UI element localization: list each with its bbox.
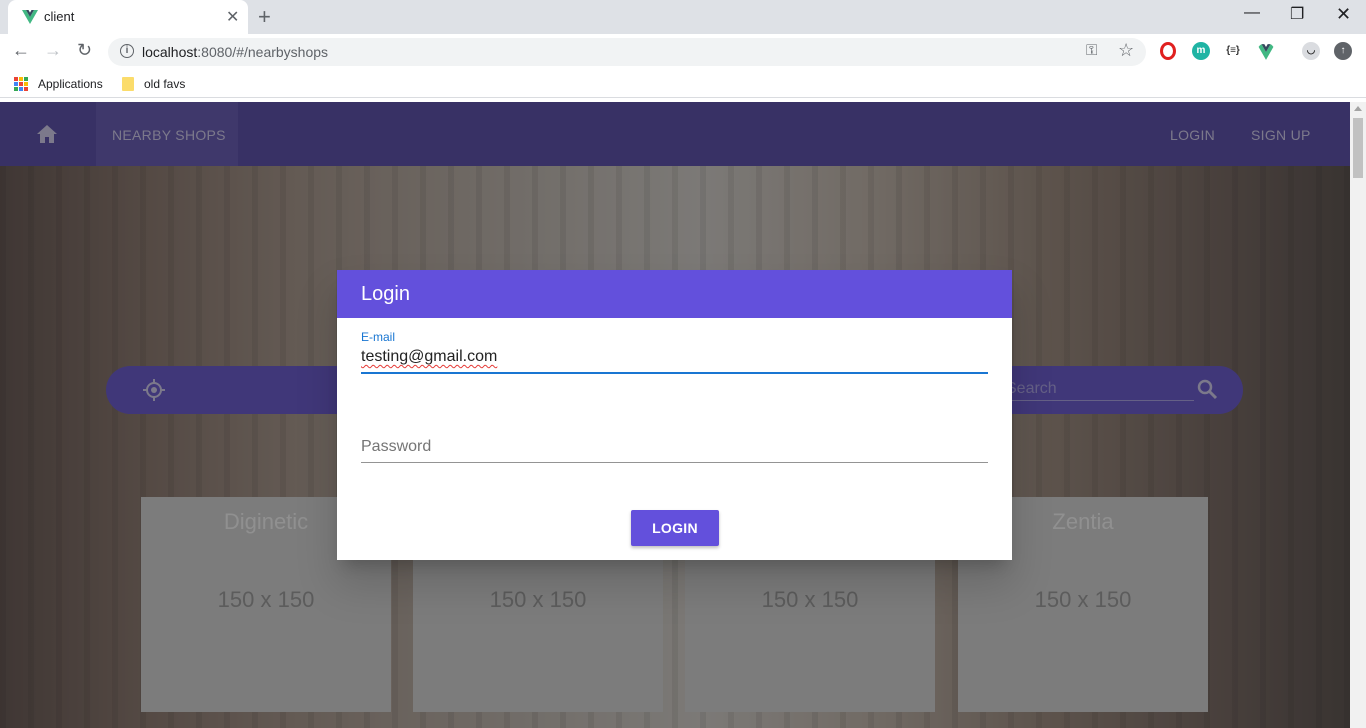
vue-devtools-icon[interactable] (1257, 43, 1275, 61)
info-icon[interactable]: i (120, 44, 134, 58)
tab-title: client (44, 9, 75, 24)
dialog-title: Login (361, 283, 410, 305)
url-text[interactable]: localhost:8080/#/nearbyshops (142, 44, 328, 60)
browser-toolbar: ← → ↻ i localhost:8080/#/nearbyshops ⚿ ☆… (0, 34, 1366, 70)
reload-icon[interactable]: ↻ (77, 40, 92, 61)
tab-strip: client ✕ + — ❐ ✕ (0, 0, 1366, 34)
folder-icon (122, 77, 134, 91)
close-window-icon[interactable]: ✕ (1336, 4, 1351, 25)
tab-close-icon[interactable]: ✕ (226, 7, 239, 27)
email-field-underline (361, 372, 988, 374)
back-icon[interactable]: ← (12, 40, 30, 61)
page: NEARBY SHOPS LOGIN SIGN UP Search Digine… (0, 102, 1350, 728)
bookmark-applications[interactable]: Applications (38, 77, 103, 91)
scroll-thumb[interactable] (1353, 118, 1363, 178)
bookmark-old-favs[interactable]: old favs (144, 77, 185, 91)
url-host: localhost (142, 44, 198, 60)
profile-avatar-icon[interactable]: ◡ (1302, 42, 1320, 60)
vue-icon (22, 10, 38, 24)
password-field-underline (361, 462, 988, 463)
password-field[interactable]: Password (361, 438, 431, 456)
url-path: :8080/#/nearbyshops (197, 44, 329, 60)
email-field[interactable]: testing@gmail.com (361, 348, 497, 366)
m-extension-icon[interactable]: m (1192, 42, 1210, 60)
dialog-header: Login (337, 270, 1012, 318)
email-label: E-mail (361, 330, 396, 344)
page-scrollbar[interactable] (1350, 102, 1366, 728)
restore-icon[interactable]: ❐ (1290, 4, 1304, 24)
key-icon[interactable]: ⚿ (1086, 42, 1097, 59)
login-submit-button[interactable]: LOGIN (631, 510, 719, 546)
apps-icon[interactable] (14, 77, 28, 91)
minimize-icon[interactable]: — (1244, 4, 1260, 22)
forward-icon[interactable]: → (44, 40, 62, 61)
login-dialog: Login E-mail testing@gmail.com Password … (337, 270, 1012, 560)
address-bar[interactable]: i localhost:8080/#/nearbyshops ⚿ ☆ (108, 38, 1146, 66)
json-extension-icon[interactable]: {≡} (1222, 42, 1244, 60)
opera-icon[interactable] (1160, 42, 1176, 60)
browser-tab[interactable]: client ✕ (8, 0, 248, 34)
new-tab-icon[interactable]: + (258, 4, 271, 30)
scroll-up-icon[interactable] (1354, 106, 1362, 111)
bookmarks-bar: Applications old favs (0, 70, 1366, 98)
update-icon[interactable]: ↑ (1334, 42, 1352, 60)
star-icon[interactable]: ☆ (1118, 40, 1134, 61)
